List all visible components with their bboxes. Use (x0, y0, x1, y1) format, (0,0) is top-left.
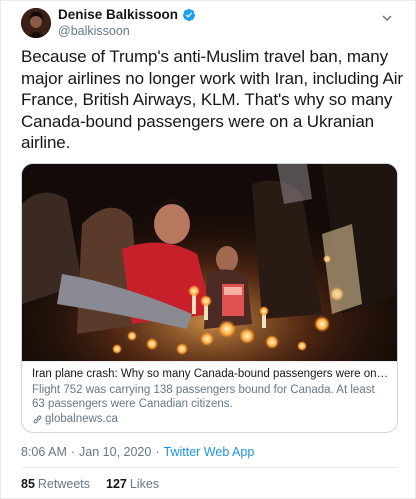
tweet-source-link[interactable]: Twitter Web App (164, 445, 255, 459)
likes-count: 127 (106, 477, 127, 491)
retweets-stat[interactable]: 85 Retweets (21, 477, 90, 491)
tweet-text: Because of Trump's anti-Muslim travel ba… (21, 47, 403, 152)
retweets-count: 85 (21, 477, 35, 491)
tweet-date[interactable]: Jan 10, 2020 (79, 445, 151, 459)
meta-separator-2: · (155, 445, 160, 459)
likes-stat[interactable]: 127 Likes (106, 477, 159, 491)
card-domain[interactable]: globalnews.ca (45, 412, 118, 426)
card-body: Iran plane crash: Why so many Canada-bou… (22, 361, 397, 432)
tweet-container: Denise Balkissoon @balkissoon Because of… (0, 0, 416, 499)
candlelight-vigil-photo (22, 164, 397, 361)
tweet-meta: 8:06 AM · Jan 10, 2020 · Twitter Web App (21, 445, 254, 459)
retweets-label: Retweets (37, 477, 91, 491)
link-card[interactable]: Iran plane crash: Why so many Canada-bou… (21, 163, 398, 433)
tweet-time[interactable]: 8:06 AM (21, 445, 67, 459)
verified-badge-icon (182, 8, 196, 22)
author-display-name[interactable]: Denise Balkissoon (58, 7, 178, 22)
card-title[interactable]: Iran plane crash: Why so many Canada-bou… (32, 367, 389, 382)
divider (21, 467, 398, 468)
author-handle[interactable]: @balkissoon (58, 24, 130, 38)
chevron-down-icon[interactable] (381, 11, 393, 23)
tweet-stats: 85 Retweets 127 Likes (21, 477, 159, 491)
author-name-row: Denise Balkissoon (58, 7, 196, 22)
link-icon (32, 414, 43, 425)
card-description: Flight 752 was carrying 138 passengers b… (32, 384, 375, 410)
avatar[interactable] (21, 8, 51, 38)
card-domain-row: globalnews.ca (32, 412, 389, 426)
meta-separator: · (70, 445, 76, 459)
likes-label: Likes (129, 477, 160, 491)
